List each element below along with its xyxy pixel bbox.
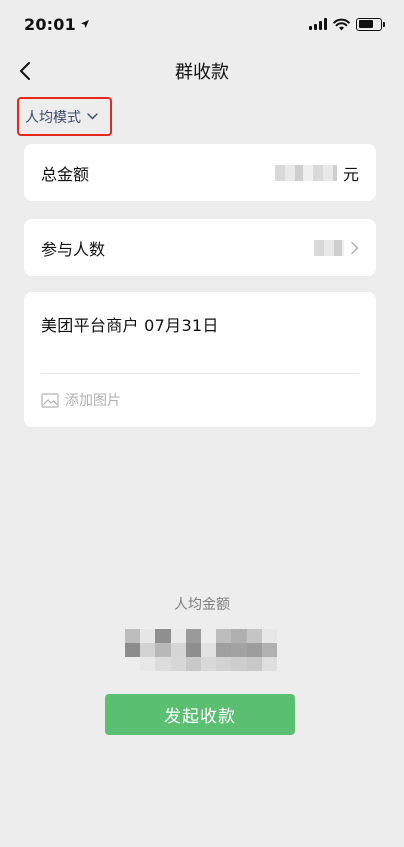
page-title: 群收款 — [175, 62, 229, 83]
participants-label: 参与人数 — [41, 239, 106, 259]
divider — [41, 373, 359, 374]
cellular-signal-icon — [309, 18, 327, 30]
mode-selector[interactable]: 人均模式 — [17, 97, 112, 136]
battery-icon — [356, 17, 385, 31]
participants-row[interactable]: 参与人数 — [24, 219, 376, 276]
back-button[interactable] — [10, 56, 40, 86]
image-icon — [41, 392, 59, 408]
status-time-text: 20:01 — [24, 14, 76, 34]
wifi-icon — [333, 18, 350, 30]
mode-label: 人均模式 — [25, 109, 81, 126]
total-amount-value-wrap: 元 — [274, 161, 359, 185]
submit-button[interactable]: 发起收款 — [105, 694, 295, 735]
total-amount-unit: 元 — [342, 164, 359, 184]
status-bar: 20:01 — [0, 0, 404, 48]
participants-value — [314, 239, 344, 256]
chevron-left-icon — [20, 62, 30, 80]
total-amount-value[interactable] — [274, 164, 337, 181]
status-time: 20:01 — [24, 15, 90, 34]
add-image-button[interactable]: 添加图片 — [41, 390, 121, 410]
status-indicators — [309, 17, 385, 31]
total-amount-row[interactable]: 总金额 元 — [24, 144, 376, 201]
average-amount-label: 人均金额 — [174, 597, 230, 613]
nav-bar: 群收款 — [0, 48, 404, 94]
total-amount-label: 总金额 — [41, 164, 90, 184]
note-card: 美团平台商户 07月31日 添加图片 — [24, 292, 376, 427]
add-image-label: 添加图片 — [65, 393, 121, 409]
chevron-right-icon — [351, 241, 359, 254]
average-amount-value — [125, 629, 277, 671]
participants-value-wrap — [314, 239, 359, 256]
note-text[interactable]: 美团平台商户 07月31日 — [41, 312, 359, 336]
location-arrow-icon — [80, 20, 89, 28]
chevron-down-icon — [87, 113, 98, 120]
